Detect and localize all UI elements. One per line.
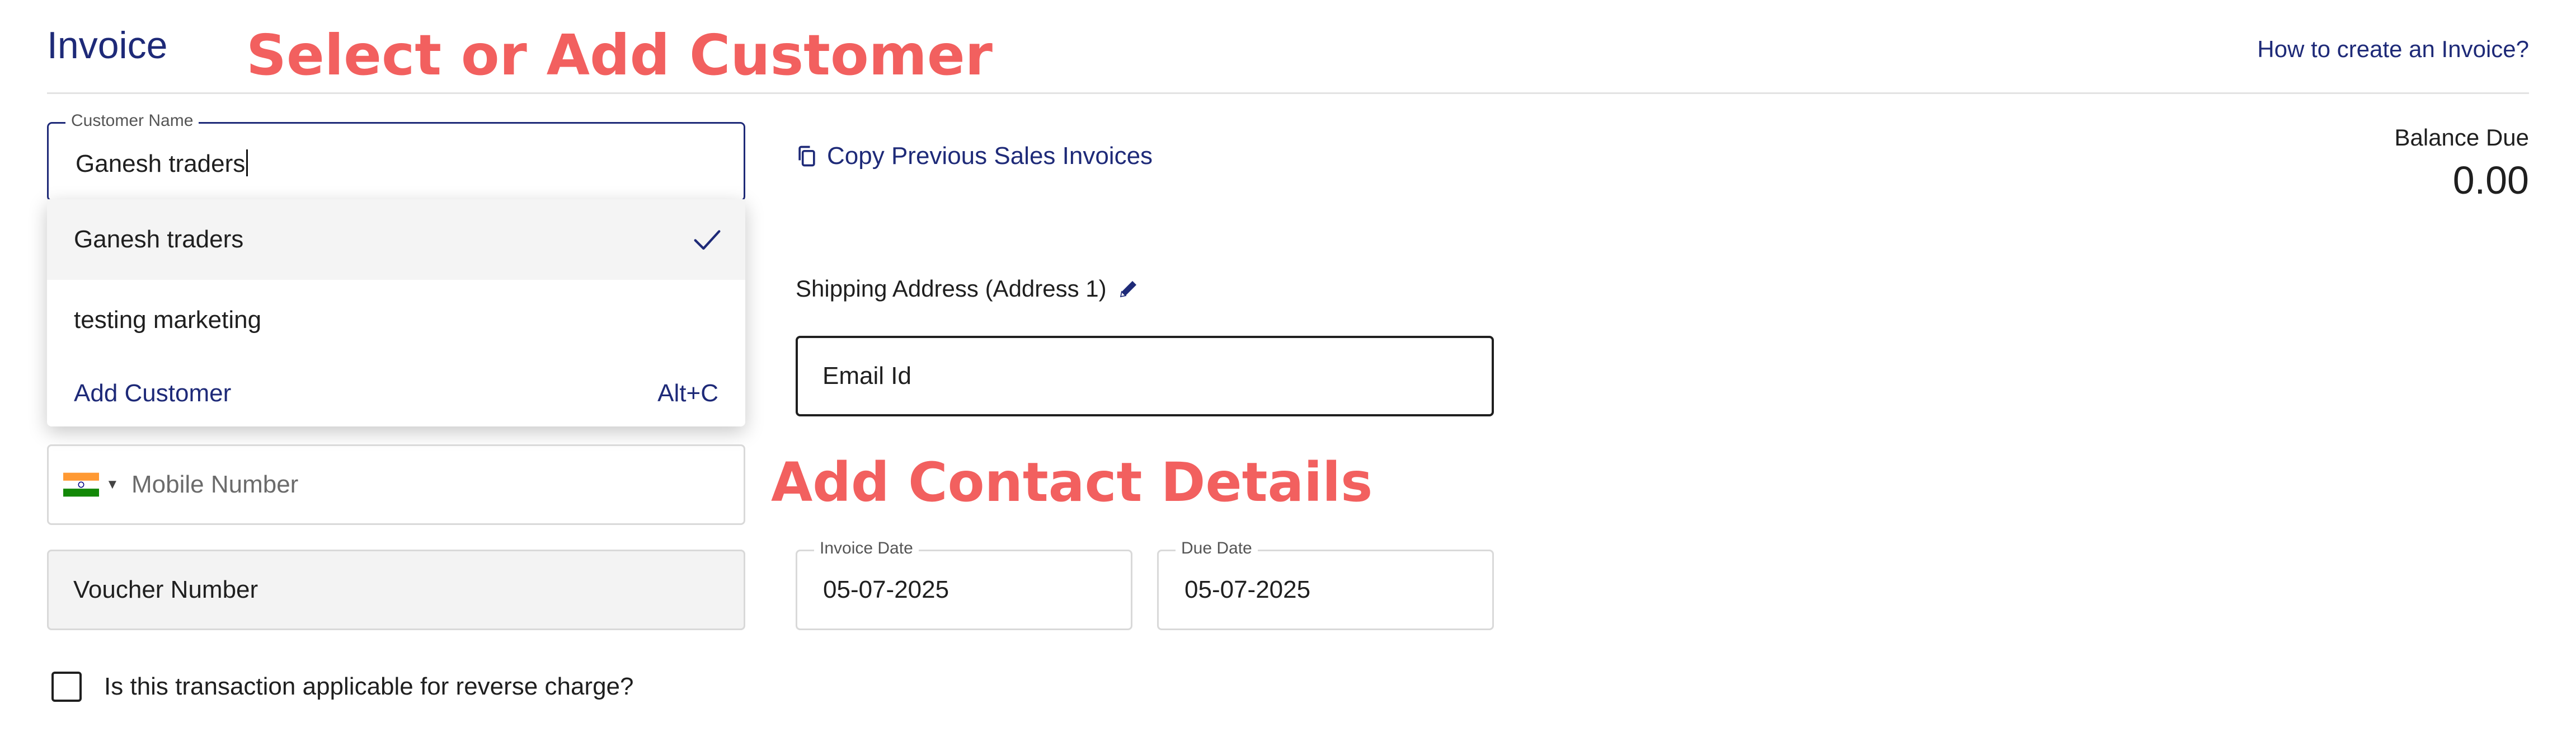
customer-name-label: Customer Name xyxy=(65,111,199,130)
balance-due-label: Balance Due xyxy=(2394,124,2530,151)
add-customer-shortcut: Alt+C xyxy=(657,379,718,407)
pencil-icon[interactable] xyxy=(1117,277,1140,301)
text-caret xyxy=(246,149,248,176)
voucher-number-field[interactable]: Voucher Number xyxy=(47,550,745,630)
invoice-date-label: Invoice Date xyxy=(814,539,919,558)
help-link[interactable]: How to create an Invoice? xyxy=(2257,36,2529,63)
annotation-add-contact: Add Contact Details xyxy=(771,451,1373,514)
mobile-number-field[interactable]: ▼ Mobile Number xyxy=(47,444,745,525)
header-divider xyxy=(47,92,2529,94)
copy-icon xyxy=(798,146,815,167)
customer-name-value[interactable]: Ganesh traders xyxy=(76,149,248,178)
india-flag-icon[interactable] xyxy=(63,472,99,497)
customer-dropdown: Ganesh traders testing marketing Add Cus… xyxy=(47,199,745,426)
balance-due-value: 0.00 xyxy=(2452,158,2529,202)
due-date-field[interactable]: Due Date 05-07-2025 xyxy=(1157,539,1494,630)
customer-name-field[interactable]: Customer Name Ganesh traders xyxy=(47,111,745,201)
annotation-select-customer: Select or Add Customer xyxy=(246,22,993,88)
copy-previous-invoices-link[interactable]: Copy Previous Sales Invoices xyxy=(795,142,1153,170)
reverse-charge-label: Is this transaction applicable for rever… xyxy=(104,673,634,700)
check-icon xyxy=(694,230,721,250)
reverse-charge-checkbox[interactable] xyxy=(51,672,82,702)
shipping-address-label: Shipping Address (Address 1) xyxy=(796,275,1140,302)
page-title: Invoice xyxy=(47,24,168,67)
invoice-date-value: 05-07-2025 xyxy=(823,576,949,603)
dropdown-item-ganesh-traders[interactable]: Ganesh traders xyxy=(47,199,745,280)
due-date-label: Due Date xyxy=(1176,539,1258,558)
add-customer-button[interactable]: Add Customer Alt+C xyxy=(47,360,745,426)
caret-down-icon[interactable]: ▼ xyxy=(106,477,119,493)
due-date-value: 05-07-2025 xyxy=(1184,576,1311,603)
email-field[interactable]: Email Id xyxy=(796,336,1494,416)
dropdown-item-testing-marketing[interactable]: testing marketing xyxy=(47,280,745,360)
invoice-date-field[interactable]: Invoice Date 05-07-2025 xyxy=(796,539,1132,630)
